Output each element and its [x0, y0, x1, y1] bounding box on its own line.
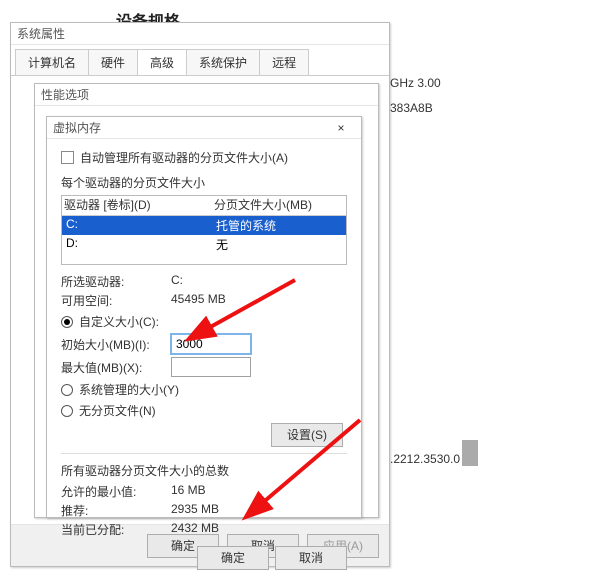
version-text: .2212.3530.0 — [390, 452, 460, 466]
auto-manage-checkbox[interactable] — [61, 151, 74, 164]
performance-options-titlebar[interactable]: 性能选项 — [35, 84, 378, 106]
tab-system-protection[interactable]: 系统保护 — [186, 49, 260, 75]
drive-list-header: 驱动器 [卷标](D) 分页文件大小(MB) — [62, 196, 346, 216]
virtual-memory-title: 虚拟内存 — [53, 119, 327, 136]
tab-hardware[interactable]: 硬件 — [88, 49, 138, 75]
current-allocated-label: 当前已分配: — [61, 521, 171, 538]
no-pagefile-label: 无分页文件(N) — [79, 402, 156, 419]
free-space-value: 45495 MB — [171, 292, 226, 309]
virtual-memory-titlebar[interactable]: 虚拟内存 × — [47, 117, 361, 139]
initial-size-input[interactable] — [171, 334, 251, 354]
min-allowed-label: 允许的最小值: — [61, 483, 171, 500]
no-pagefile-row[interactable]: 无分页文件(N) — [61, 402, 156, 419]
system-managed-label: 系统管理的大小(Y) — [79, 381, 179, 398]
close-icon[interactable]: × — [327, 119, 355, 137]
drive-letter: D: — [66, 236, 216, 253]
max-size-input[interactable] — [171, 357, 251, 377]
drive-letter: C: — [66, 217, 216, 234]
each-drive-label: 每个驱动器的分页文件大小 — [61, 174, 347, 191]
performance-options-title: 性能选项 — [41, 86, 372, 103]
vm-ok-button[interactable]: 确定 — [197, 546, 269, 570]
system-properties-titlebar[interactable]: 系统属性 — [11, 23, 389, 45]
auto-manage-row[interactable]: 自动管理所有驱动器的分页文件大小(A) — [61, 149, 347, 166]
max-size-label: 最大值(MB)(X): — [61, 359, 171, 376]
col-size-header: 分页文件大小(MB) — [214, 196, 344, 213]
recommended-label: 推荐: — [61, 502, 171, 519]
totals-heading: 所有驱动器分页文件大小的总数 — [61, 462, 347, 479]
selected-drive-value: C: — [171, 273, 183, 290]
drive-row[interactable]: C: 托管的系统 — [62, 216, 346, 235]
selected-drive-label: 所选驱动器: — [61, 273, 171, 290]
system-managed-row[interactable]: 系统管理的大小(Y) — [61, 381, 347, 398]
tab-remote[interactable]: 远程 — [259, 49, 309, 75]
col-drive-header: 驱动器 [卷标](D) — [64, 196, 214, 213]
current-allocated-value: 2432 MB — [171, 521, 219, 538]
drive-row[interactable]: D: 无 — [62, 235, 346, 254]
no-pagefile-radio[interactable] — [61, 405, 73, 417]
custom-size-radio[interactable] — [61, 316, 73, 328]
custom-size-row[interactable]: 自定义大小(C): — [61, 313, 347, 330]
system-properties-tabs: 计算机名 硬件 高级 系统保护 远程 — [11, 45, 389, 76]
tab-advanced[interactable]: 高级 — [137, 49, 187, 75]
drive-size: 托管的系统 — [216, 217, 342, 234]
system-properties-title: 系统属性 — [17, 25, 383, 42]
recommended-value: 2935 MB — [171, 502, 219, 519]
free-space-label: 可用空间: — [61, 292, 171, 309]
drive-size: 无 — [216, 236, 342, 253]
custom-size-label: 自定义大小(C): — [79, 313, 159, 330]
auto-manage-label: 自动管理所有驱动器的分页文件大小(A) — [80, 149, 288, 166]
drive-listbox[interactable]: 驱动器 [卷标](D) 分页文件大小(MB) C: 托管的系统 D: 无 — [61, 195, 347, 265]
set-button[interactable]: 设置(S) — [271, 423, 343, 447]
decorative-bar — [462, 440, 478, 466]
device-code-text: 383A8B — [390, 101, 433, 115]
cpu-ghz-text: GHz 3.00 — [390, 76, 441, 90]
min-allowed-value: 16 MB — [171, 483, 206, 500]
tab-computer-name[interactable]: 计算机名 — [15, 49, 89, 75]
virtual-memory-dialog: 虚拟内存 × 自动管理所有驱动器的分页文件大小(A) 每个驱动器的分页文件大小 … — [46, 116, 362, 518]
initial-size-label: 初始大小(MB)(I): — [61, 336, 171, 353]
vm-cancel-button[interactable]: 取消 — [275, 546, 347, 570]
system-managed-radio[interactable] — [61, 384, 73, 396]
